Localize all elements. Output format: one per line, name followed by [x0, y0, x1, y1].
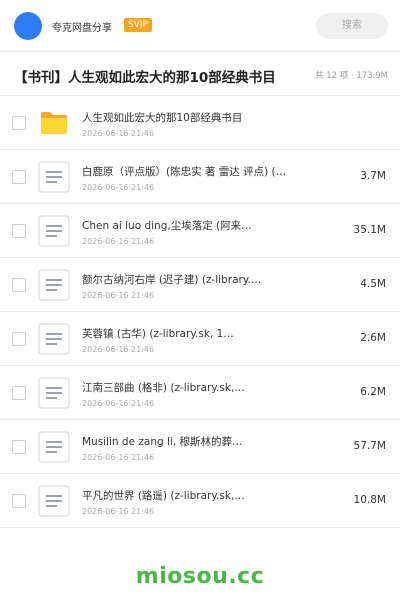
- file-size: 2.6M: [360, 332, 386, 344]
- file-size: 4.5M: [360, 278, 386, 290]
- file-size: 35.1M: [353, 224, 386, 236]
- select-checkbox[interactable]: [12, 116, 26, 130]
- file-row[interactable]: 芙蓉镇 (古华) (z-library.sk, 1… 2026-06-16 21:…: [0, 312, 400, 366]
- file-name[interactable]: 白鹿原（评点版）(陈忠实 著 雷达 评点) (…: [82, 164, 302, 179]
- file-row[interactable]: 额尔古纳河右岸 (迟子建) (z-library.… 2026-06-16 21:…: [0, 258, 400, 312]
- select-checkbox[interactable]: [12, 278, 26, 292]
- select-checkbox[interactable]: [12, 440, 26, 454]
- document-icon: [38, 377, 70, 409]
- file-name[interactable]: 江南三部曲 (格非) (z-library.sk,…: [82, 380, 302, 395]
- file-count-meta: 共 12 项 · 173.9M: [315, 71, 388, 81]
- file-row[interactable]: 平凡的世界 (路遥) (z-library.sk,… 2026-06-16 21:…: [0, 474, 400, 528]
- document-icon: [38, 161, 70, 193]
- svip-badge: SVIP: [124, 18, 152, 32]
- file-name[interactable]: Chen ai luo ding,尘埃落定 (阿来…: [82, 218, 302, 233]
- folder-icon: [38, 107, 70, 139]
- document-icon: [38, 269, 70, 301]
- file-size: 3.7M: [360, 170, 386, 182]
- site-watermark: miosou.cc: [135, 564, 265, 589]
- file-date: 2026-06-16 21:46: [82, 129, 155, 138]
- file-row[interactable]: 人生观如此宏大的那10部经典书目 2026-06-16 21:46: [0, 96, 400, 150]
- title-row: 【书刊】人生观如此宏大的那10部经典书目 共 12 项 · 173.9M: [0, 60, 400, 96]
- brand-name: 夸克网盘分享: [52, 23, 112, 34]
- select-checkbox[interactable]: [12, 332, 26, 346]
- file-date: 2026-06-16 21:46: [82, 453, 155, 462]
- file-row[interactable]: Musilin de zang li, 穆斯林的葬… 2026-06-16 21:…: [0, 420, 400, 474]
- file-date: 2026-06-16 21:46: [82, 507, 155, 516]
- select-checkbox[interactable]: [12, 224, 26, 238]
- select-checkbox[interactable]: [12, 170, 26, 184]
- file-size: 57.7M: [353, 440, 386, 452]
- file-size: 10.8M: [353, 494, 386, 506]
- avatar[interactable]: [14, 12, 42, 40]
- document-icon: [38, 215, 70, 247]
- file-row[interactable]: 江南三部曲 (格非) (z-library.sk,… 2026-06-16 21:…: [0, 366, 400, 420]
- file-name[interactable]: Musilin de zang li, 穆斯林的葬…: [82, 434, 302, 449]
- file-row[interactable]: Chen ai luo ding,尘埃落定 (阿来… 2026-06-16 21:…: [0, 204, 400, 258]
- select-checkbox[interactable]: [12, 494, 26, 508]
- file-row[interactable]: 白鹿原（评点版）(陈忠实 著 雷达 评点) (… 2026-06-16 21:46…: [0, 150, 400, 204]
- select-checkbox[interactable]: [12, 386, 26, 400]
- file-date: 2026-06-16 21:46: [82, 345, 155, 354]
- file-size: 6.2M: [360, 386, 386, 398]
- page-title: 【书刊】人生观如此宏大的那10部经典书目: [14, 70, 276, 86]
- document-icon: [38, 431, 70, 463]
- file-date: 2026-06-16 21:46: [82, 291, 155, 300]
- file-date: 2026-06-16 21:46: [82, 183, 155, 192]
- document-icon: [38, 485, 70, 517]
- file-name[interactable]: 平凡的世界 (路遥) (z-library.sk,…: [82, 488, 302, 503]
- file-name[interactable]: 额尔古纳河右岸 (迟子建) (z-library.…: [82, 272, 302, 287]
- file-name[interactable]: 人生观如此宏大的那10部经典书目: [82, 110, 302, 125]
- document-icon: [38, 323, 70, 355]
- file-date: 2026-06-16 21:46: [82, 399, 155, 408]
- top-bar: 夸克网盘分享 SVIP 搜索: [0, 0, 400, 52]
- search-input[interactable]: 搜索: [316, 13, 388, 39]
- file-name[interactable]: 芙蓉镇 (古华) (z-library.sk, 1…: [82, 326, 302, 341]
- file-date: 2026-06-16 21:46: [82, 237, 155, 246]
